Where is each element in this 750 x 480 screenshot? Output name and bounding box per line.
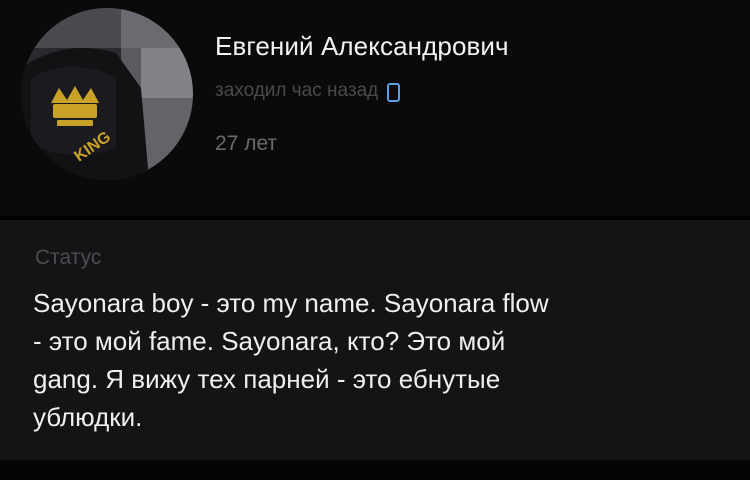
status-text[interactable]: Sayonara boy - это my name. Sayonara flo… [33, 284, 723, 436]
status-line: ублюдки. [33, 402, 143, 432]
status-line: - это мой fame. Sayonara, кто? Это мой [33, 326, 506, 356]
last-seen-status: заходил час назад [215, 80, 401, 102]
avatar[interactable]: KING [21, 8, 193, 180]
status-line: gang. Я вижу тех парней - это ебнутые [33, 364, 501, 394]
status-card: Статус Sayonara boy - это my name. Sayon… [0, 220, 750, 460]
last-seen-text: заходил час назад [215, 80, 379, 101]
status-label: Статус [35, 246, 102, 269]
profile-header: KING Евгений Александрович заходил час н… [0, 0, 750, 216]
status-line: Sayonara boy - это my name. Sayonara flo… [33, 288, 549, 318]
profile-name: Евгений Александрович [215, 31, 509, 61]
profile-age: 27 лет [215, 132, 278, 155]
mobile-phone-icon [387, 82, 401, 102]
crown-emblem [51, 86, 99, 126]
bottom-bar [0, 460, 750, 480]
avatar-image: KING [21, 8, 193, 180]
